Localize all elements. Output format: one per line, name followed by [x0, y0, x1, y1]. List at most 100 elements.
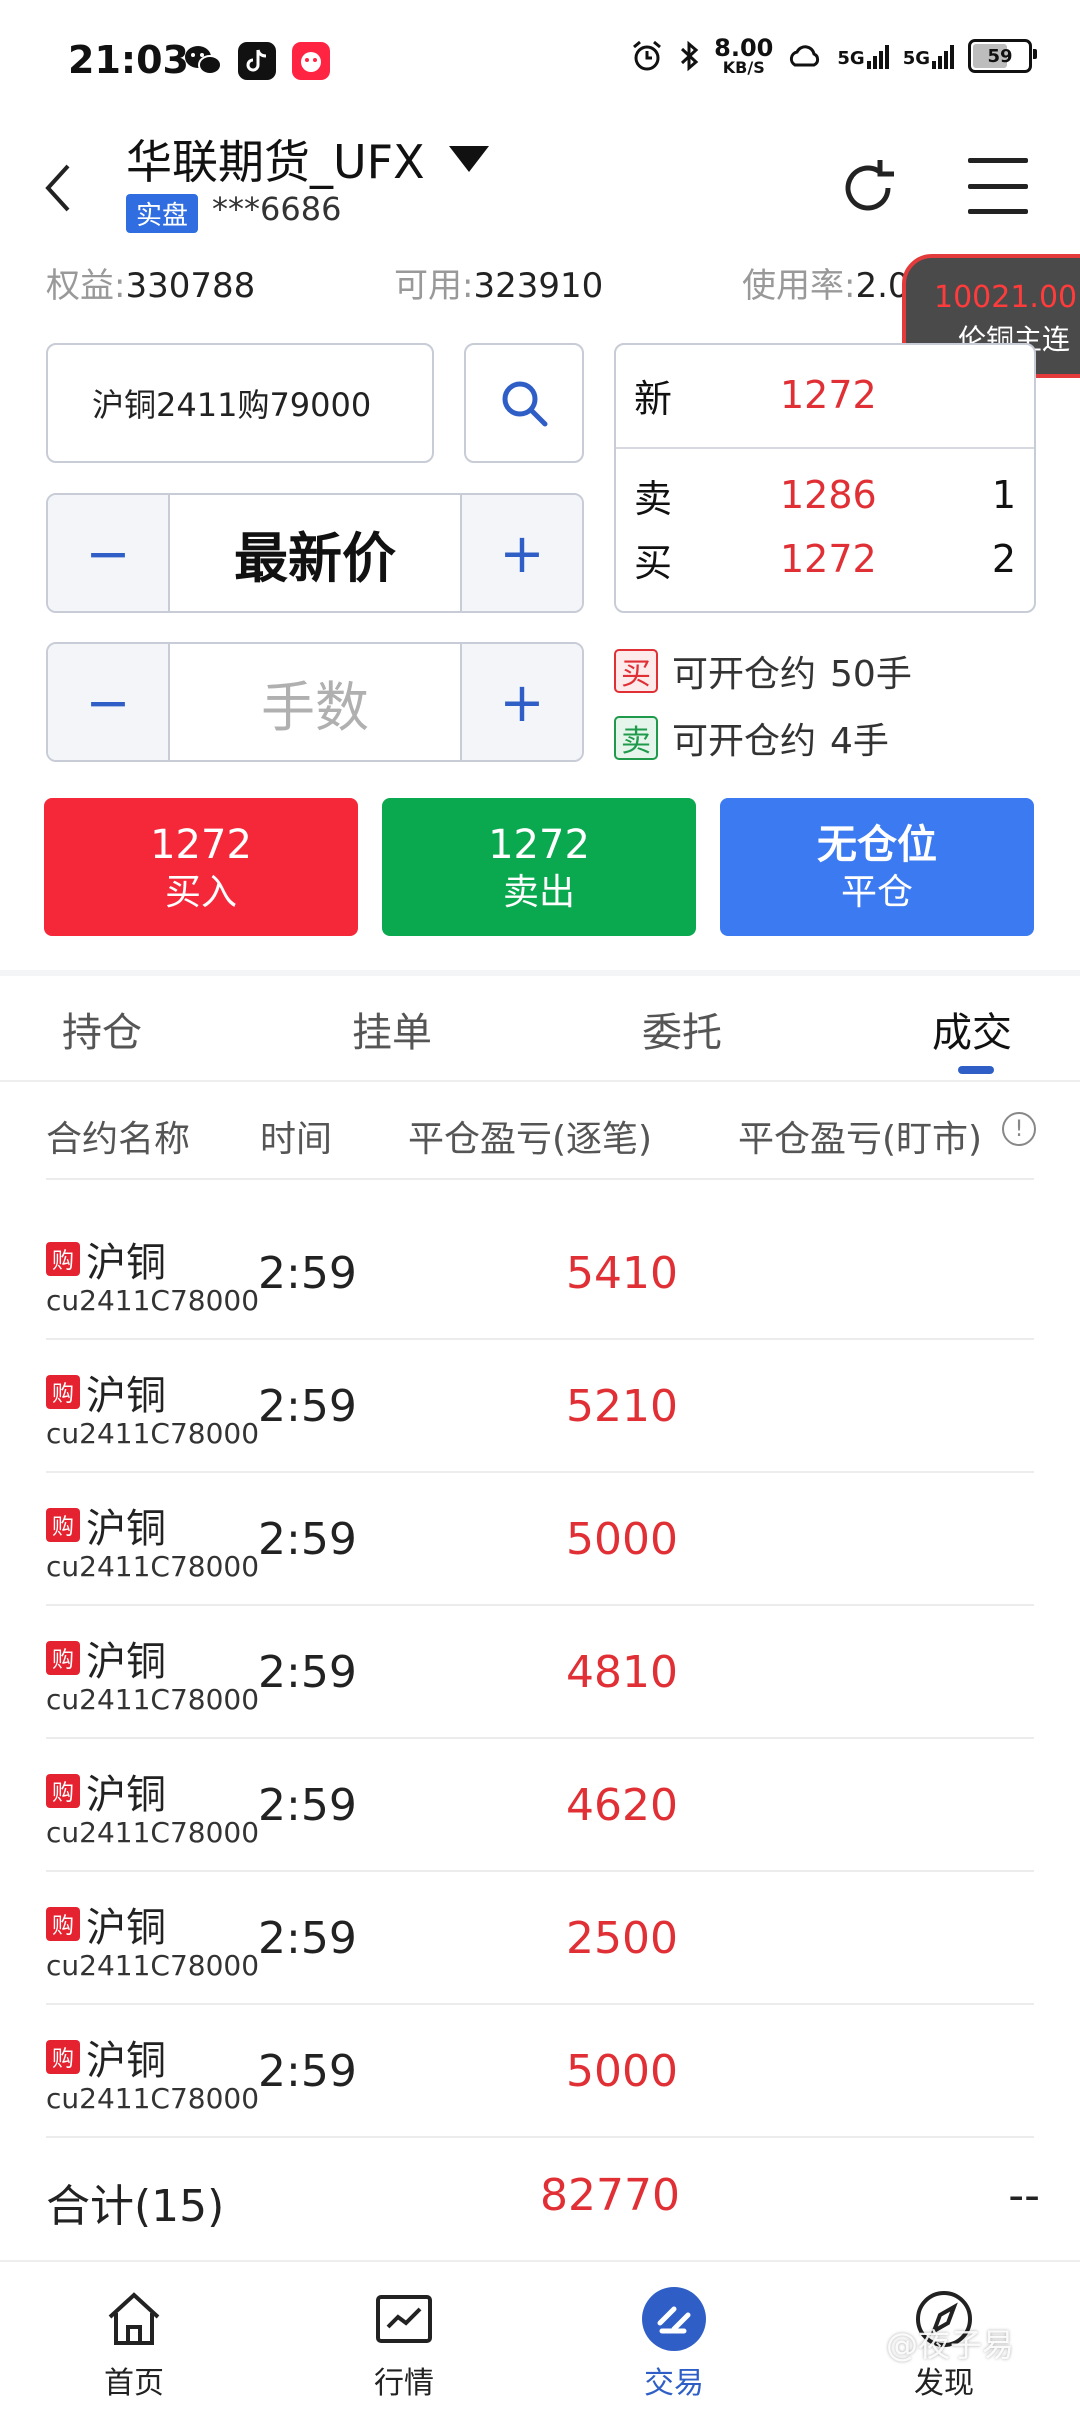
bid-price-row[interactable]: 买 1272 2 — [634, 531, 1016, 587]
sell-button[interactable]: 1272 卖出 — [382, 798, 696, 936]
trade-icon — [639, 2284, 709, 2354]
chart-icon — [369, 2284, 439, 2354]
trade-pnl: 5210 — [566, 1381, 678, 1432]
quote-panel: 新 1272 卖 1286 1 买 1272 2 — [614, 343, 1036, 613]
refresh-icon — [845, 160, 894, 211]
tab-pending-orders[interactable]: 挂单 — [352, 1000, 432, 1058]
active-tab-indicator — [958, 1066, 994, 1074]
price-decrease-button[interactable]: − — [48, 495, 170, 611]
alarm-icon — [633, 40, 662, 71]
status-bar: 21:03 8.00 KB/S 5G 5G 59 — [0, 0, 1080, 120]
tab-positions[interactable]: 持仓 — [62, 1000, 142, 1058]
trade-pnl: 4620 — [566, 1780, 678, 1831]
trade-pnl: 5410 — [566, 1248, 678, 1299]
trade-time: 2:59 — [258, 1647, 357, 1698]
account-selector[interactable]: 华联期货_UFX — [126, 126, 489, 192]
call-tag: 购 — [46, 1641, 80, 1675]
search-button[interactable] — [464, 343, 584, 463]
call-tag: 购 — [46, 1907, 80, 1941]
trade-time: 2:59 — [258, 1514, 357, 1565]
call-tag: 购 — [46, 1375, 80, 1409]
table-row[interactable]: 购 沪铜 cu2411C78000 2:59 5410 — [0, 1208, 1080, 1340]
mode-badge: 实盘 — [126, 194, 199, 233]
last-price-row[interactable]: 新 1272 — [634, 367, 1016, 423]
table-row[interactable]: 购 沪铜 cu2411C78000 2:59 2500 — [0, 1873, 1080, 2005]
table-row[interactable]: 购 沪铜 cu2411C78000 2:59 4810 — [0, 1607, 1080, 1739]
contract-name: 沪铜 — [86, 1506, 166, 1552]
contract-code: cu2411C78000 — [46, 1816, 260, 1849]
column-header-contract: 合约名称 — [46, 1119, 191, 1160]
price-increase-button[interactable]: + — [460, 495, 582, 611]
contract-code: cu2411C78000 — [46, 1284, 260, 1317]
hd-cloud-icon — [790, 45, 820, 67]
contract-name: 沪铜 — [86, 1772, 166, 1818]
account-name: 华联期货_UFX — [126, 135, 425, 189]
watermark: @夜子易 — [886, 2326, 1015, 2364]
available-summary: 可用:323910 — [394, 266, 604, 306]
signal-5g-1: 5G — [837, 43, 889, 69]
signal-5g-2: 5G — [903, 43, 954, 69]
tab-orders[interactable]: 委托 — [642, 1000, 722, 1058]
table-row[interactable]: 购 沪铜 cu2411C78000 2:59 4620 — [0, 1740, 1080, 1872]
column-header-time: 时间 — [260, 1119, 333, 1160]
contract-name: 沪铜 — [86, 1905, 166, 1951]
status-right: 8.00 KB/S 5G 5G 59 — [630, 34, 1037, 77]
buy-tag: 买 — [614, 649, 658, 693]
nav-home[interactable]: 首页 — [74, 2284, 194, 2402]
account-number: ***6686 — [212, 190, 342, 228]
net-speed: 8.00 KB/S — [714, 34, 774, 77]
contract-code: cu2411C78000 — [46, 1417, 260, 1450]
total-pnl: 82770 — [540, 2170, 680, 2221]
contract-name: 沪铜 — [86, 1240, 166, 1286]
trade-pnl: 2500 — [566, 1913, 678, 1964]
table-row[interactable]: 购 沪铜 cu2411C78000 2:59 5210 — [0, 1341, 1080, 1473]
contract-name: 沪铜 — [86, 2038, 166, 2084]
contract-input[interactable]: 沪铜2411购79000 — [46, 343, 434, 463]
search-icon — [502, 381, 548, 427]
ask-price-row[interactable]: 卖 1286 1 — [634, 467, 1016, 523]
back-button[interactable] — [38, 158, 78, 218]
buy-availability: 买 可开仓约 50手 — [614, 645, 912, 697]
quantity-stepper: − 手数 + — [46, 642, 584, 762]
tab-bar: 持仓 挂单 委托 成交 — [0, 976, 1080, 1078]
wechat-icon — [184, 42, 222, 80]
price-mode-value[interactable]: 最新价 — [170, 495, 460, 611]
header-divider — [46, 1178, 1034, 1180]
bluetooth-icon — [681, 40, 699, 72]
home-icon — [99, 2284, 169, 2354]
trade-pnl: 5000 — [566, 2046, 678, 2097]
call-tag: 购 — [46, 2040, 80, 2074]
total-mtm: -- — [1008, 2170, 1040, 2221]
menu-button[interactable] — [968, 158, 1028, 214]
xiaohongshu-icon — [292, 42, 330, 80]
quantity-increase-button[interactable]: + — [460, 644, 582, 760]
tiktok-icon — [238, 42, 276, 80]
tabs-divider — [0, 1080, 1080, 1082]
call-tag: 购 — [46, 1508, 80, 1542]
trade-time: 2:59 — [258, 1913, 357, 1964]
quantity-decrease-button[interactable]: − — [48, 644, 170, 760]
contract-code: cu2411C78000 — [46, 2082, 260, 2115]
buy-button[interactable]: 1272 买入 — [44, 798, 358, 936]
column-header-pnl-trade: 平仓盈亏(逐笔) — [408, 1119, 653, 1160]
nav-trade[interactable]: 交易 — [614, 2284, 734, 2402]
trade-time: 2:59 — [258, 1248, 357, 1299]
nav-market[interactable]: 行情 — [344, 2284, 464, 2402]
sell-tag: 卖 — [614, 716, 658, 760]
contract-code: cu2411C78000 — [46, 1949, 260, 1982]
close-position-button[interactable]: 无仓位 平仓 — [720, 798, 1034, 936]
info-icon[interactable]: ! — [1002, 1112, 1036, 1146]
trade-time: 2:59 — [258, 1381, 357, 1432]
trade-time: 2:59 — [258, 1780, 357, 1831]
call-tag: 购 — [46, 1242, 80, 1276]
refresh-button[interactable] — [836, 156, 900, 220]
table-row[interactable]: 购 沪铜 cu2411C78000 2:59 5000 — [0, 2006, 1080, 2138]
quantity-input[interactable]: 手数 — [170, 644, 460, 760]
contract-name: 沪铜 — [86, 1639, 166, 1685]
total-row: 合计(15) 82770 -- — [0, 2140, 1080, 2260]
table-row[interactable]: 购 沪铜 cu2411C78000 2:59 5000 — [0, 1474, 1080, 1606]
trade-time: 2:59 — [258, 2046, 357, 2097]
tab-trades[interactable]: 成交 — [932, 1000, 1012, 1058]
contract-code: cu2411C78000 — [46, 1683, 260, 1716]
battery-icon: 59 — [968, 39, 1037, 73]
